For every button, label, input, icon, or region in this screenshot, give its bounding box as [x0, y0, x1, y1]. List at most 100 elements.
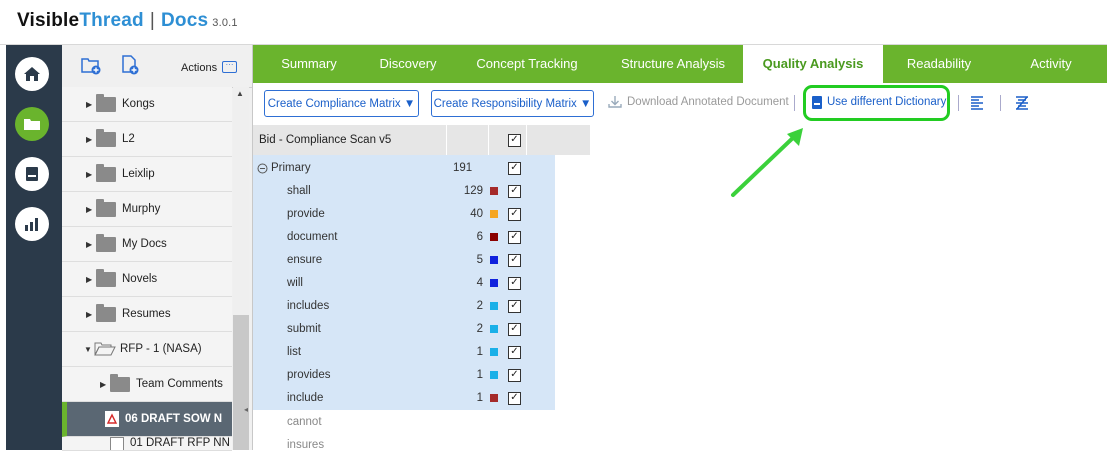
word-row[interactable]: ensure5✓: [253, 249, 555, 272]
word-count: 129: [464, 185, 483, 197]
tab-summary[interactable]: Summary: [253, 45, 365, 83]
select-all-checkbox[interactable]: ✓: [508, 134, 521, 147]
word-count: 40: [470, 208, 483, 220]
word-row[interactable]: include1✓: [253, 387, 555, 410]
tree-item-label: Team Comments: [136, 378, 223, 390]
word-count: 4: [477, 277, 483, 289]
expand-caret-icon[interactable]: ▶: [86, 275, 96, 284]
folder-icon: [96, 167, 116, 182]
tab-discovery[interactable]: Discovery: [365, 45, 451, 83]
tree-item-resumes[interactable]: ▶ Resumes: [62, 297, 232, 332]
expand-caret-icon[interactable]: ▶: [86, 205, 96, 214]
word-row[interactable]: document6✓: [253, 226, 555, 249]
tab-readability[interactable]: Readability: [883, 45, 995, 83]
create-compliance-matrix-button[interactable]: Create Compliance Matrix ▼: [264, 90, 419, 117]
use-different-dictionary-button[interactable]: Use different Dictionary: [827, 96, 946, 108]
word-label: cannot: [287, 416, 322, 428]
scroll-up-icon[interactable]: ▲: [236, 89, 244, 98]
new-document-icon[interactable]: [120, 54, 140, 75]
home-button[interactable]: [15, 57, 49, 91]
tab-activity[interactable]: Activity: [995, 45, 1107, 83]
word-row[interactable]: will4✓: [253, 272, 555, 295]
tree-item-murphy[interactable]: ▶ Murphy: [62, 192, 232, 227]
color-swatch: [490, 302, 498, 310]
tree-item-label: 01 DRAFT RFP NN: [130, 437, 230, 449]
align-left-icon[interactable]: [970, 95, 984, 110]
expand-caret-icon[interactable]: ▶: [86, 135, 96, 144]
primary-group-row[interactable]: Primary 191 ✓: [253, 157, 555, 180]
new-folder-icon[interactable]: [80, 55, 102, 75]
actions-label[interactable]: Actions: [181, 62, 217, 74]
toolbar-divider: [794, 95, 795, 111]
word-label: list: [287, 346, 301, 358]
color-swatch: [490, 371, 498, 379]
word-checkbox[interactable]: ✓: [508, 254, 521, 267]
word-checkbox[interactable]: ✓: [508, 208, 521, 221]
tree-item-rfp-1-nasa[interactable]: ▼ RFP - 1 (NASA): [62, 332, 232, 367]
tree-item-novels[interactable]: ▶ Novels: [62, 262, 232, 297]
word-row[interactable]: provides 1 ✓: [253, 364, 555, 387]
tab-quality-analysis[interactable]: Quality Analysis: [743, 45, 883, 83]
expand-caret-icon[interactable]: ▶: [100, 380, 110, 389]
collapse-group-icon[interactable]: [257, 163, 268, 174]
clear-formatting-icon[interactable]: [1015, 95, 1029, 110]
color-swatch: [490, 256, 498, 264]
word-row[interactable]: list1✓: [253, 341, 555, 364]
word-checkbox[interactable]: ✓: [508, 185, 521, 198]
word-row[interactable]: includes2✓: [253, 295, 555, 318]
word-count: 2: [477, 323, 483, 335]
tree-item-l2[interactable]: ▶L2: [62, 122, 232, 157]
tree-item-label: Resumes: [122, 308, 171, 320]
expand-caret-icon[interactable]: ▶: [86, 170, 96, 179]
word-row[interactable]: submit 2 ✓: [253, 318, 555, 341]
tree-item-06-draft-sow[interactable]: 06 DRAFT SOW N: [62, 402, 232, 437]
app-logo[interactable]: VisibleThread|Docs3.0.1: [17, 10, 238, 32]
download-icon: [607, 94, 623, 110]
word-checkbox[interactable]: ✓: [508, 323, 521, 336]
tree-item-label: My Docs: [122, 238, 167, 250]
toolbar-divider: [958, 95, 959, 111]
tree-item-label: Kongs: [122, 98, 155, 110]
tree-item-team-comments[interactable]: ▶ Team Comments: [62, 367, 232, 402]
folder-icon: [96, 202, 116, 217]
tab-concept-tracking[interactable]: Concept Tracking: [451, 45, 603, 83]
table-header: Bid - Compliance Scan v5 ✓: [253, 125, 590, 155]
tab-structure-analysis[interactable]: Structure Analysis: [603, 45, 743, 83]
tree-item-my-docs[interactable]: ▶ My Docs: [62, 227, 232, 262]
dictionary-nav-button[interactable]: [15, 157, 49, 191]
create-responsibility-matrix-button[interactable]: Create Responsibility Matrix ▼: [431, 90, 594, 117]
word-checkbox[interactable]: ✓: [508, 346, 521, 359]
word-checkbox[interactable]: ✓: [508, 231, 521, 244]
tree-item-01-draft-rfp[interactable]: 01 DRAFT RFP NN: [62, 437, 232, 451]
word-count: 1: [477, 369, 483, 381]
word-label: provides: [287, 369, 330, 381]
group-checkbox[interactable]: ✓: [508, 162, 521, 175]
expand-caret-icon[interactable]: ▶: [86, 100, 96, 109]
word-row[interactable]: provide40✓: [253, 203, 555, 226]
tree-item-kongs[interactable]: ▶ Kongs: [62, 87, 232, 122]
collapse-caret-icon[interactable]: ▼: [84, 345, 94, 354]
tree-scrollbar-thumb[interactable]: [233, 315, 249, 450]
analysis-tabs: Summary Discovery Concept Tracking Struc…: [253, 45, 1107, 83]
word-checkbox[interactable]: ✓: [508, 277, 521, 290]
reports-button[interactable]: [15, 207, 49, 241]
actions-menu-icon[interactable]: ···: [222, 61, 237, 73]
tree-item-label: Murphy: [122, 203, 160, 215]
word-label: ensure: [287, 254, 322, 266]
word-checkbox[interactable]: ✓: [508, 300, 521, 313]
word-row[interactable]: shall129✓: [253, 180, 555, 203]
collapse-panel-icon[interactable]: ◂: [244, 405, 248, 414]
download-annotated-document-button[interactable]: Download Annotated Document: [627, 96, 789, 108]
word-checkbox[interactable]: ✓: [508, 392, 521, 405]
word-checkbox[interactable]: ✓: [508, 369, 521, 382]
nav-rail: [6, 45, 62, 450]
tree-item-label: Novels: [122, 273, 157, 285]
color-swatch: [490, 325, 498, 333]
version-label: 3.0.1: [212, 17, 237, 29]
word-label: submit: [287, 323, 321, 335]
tree-item-label: RFP - 1 (NASA): [120, 343, 202, 355]
tree-item-leixlip[interactable]: ▶Leixlip: [62, 157, 232, 192]
expand-caret-icon[interactable]: ▶: [86, 310, 96, 319]
expand-caret-icon[interactable]: ▶: [86, 240, 96, 249]
documents-button[interactable]: [15, 107, 49, 141]
